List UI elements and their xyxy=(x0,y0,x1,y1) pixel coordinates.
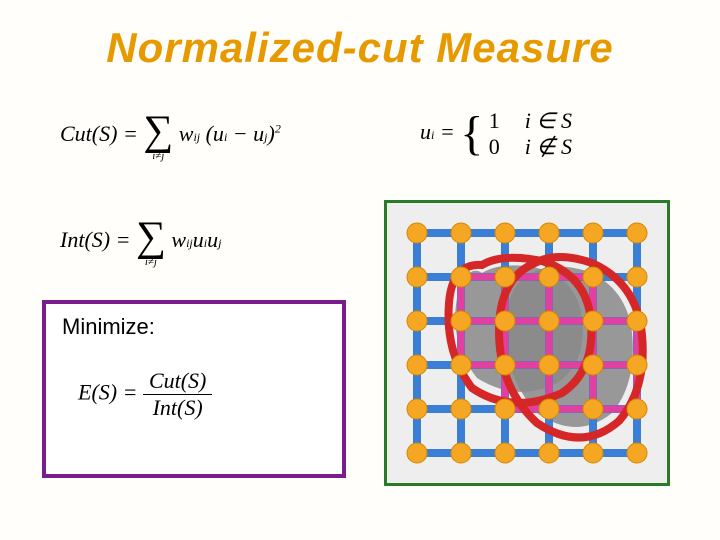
int-u1: u xyxy=(193,227,204,252)
ui-case1-cond: i ∈ S xyxy=(525,108,572,134)
cut-paren-close: ) xyxy=(267,121,274,146)
minimize-label: Minimize: xyxy=(46,304,342,340)
equation-energy: E(S) = Cut(S) Int(S) xyxy=(78,368,212,421)
graph-svg xyxy=(387,203,667,483)
int-w: w xyxy=(171,227,186,252)
int-u2-sub: j xyxy=(218,236,221,250)
cut-minus: − u xyxy=(227,121,264,146)
sigma-icon: ∑ xyxy=(136,216,166,258)
e-denominator: Int(S) xyxy=(143,395,212,421)
int-w-sub: ij xyxy=(186,236,193,250)
cut-w-sub: ij xyxy=(193,130,200,144)
ui-eq: = xyxy=(434,119,454,144)
int-u2: u xyxy=(207,227,218,252)
ui-case2-cond: i ∉ S xyxy=(525,134,572,160)
cut-lhs: Cut(S) = xyxy=(60,121,138,146)
slide-title: Normalized-cut Measure xyxy=(0,0,720,72)
equation-int: Int(S) = ∑ i≠j wijuiuj xyxy=(60,216,221,268)
ui-case1-val: 1 xyxy=(489,108,505,134)
cut-w: w xyxy=(179,121,194,146)
cut-sq: 2 xyxy=(275,122,281,136)
equation-ui: ui = { 1 i ∈ S 0 i ∉ S xyxy=(420,108,572,160)
ui-case2-val: 0 xyxy=(489,134,505,160)
equation-cut: Cut(S) = ∑ i≠j wij (ui − uj)2 xyxy=(60,110,281,162)
graph-diagram xyxy=(384,200,670,486)
cut-paren-open: (u xyxy=(206,121,224,146)
ui-lhs: u xyxy=(420,119,431,144)
sigma-icon: ∑ xyxy=(143,110,173,152)
e-lhs: E(S) = xyxy=(78,380,137,405)
e-numerator: Cut(S) xyxy=(143,368,212,395)
brace-icon: { xyxy=(460,110,483,158)
int-lhs: Int(S) = xyxy=(60,227,130,252)
